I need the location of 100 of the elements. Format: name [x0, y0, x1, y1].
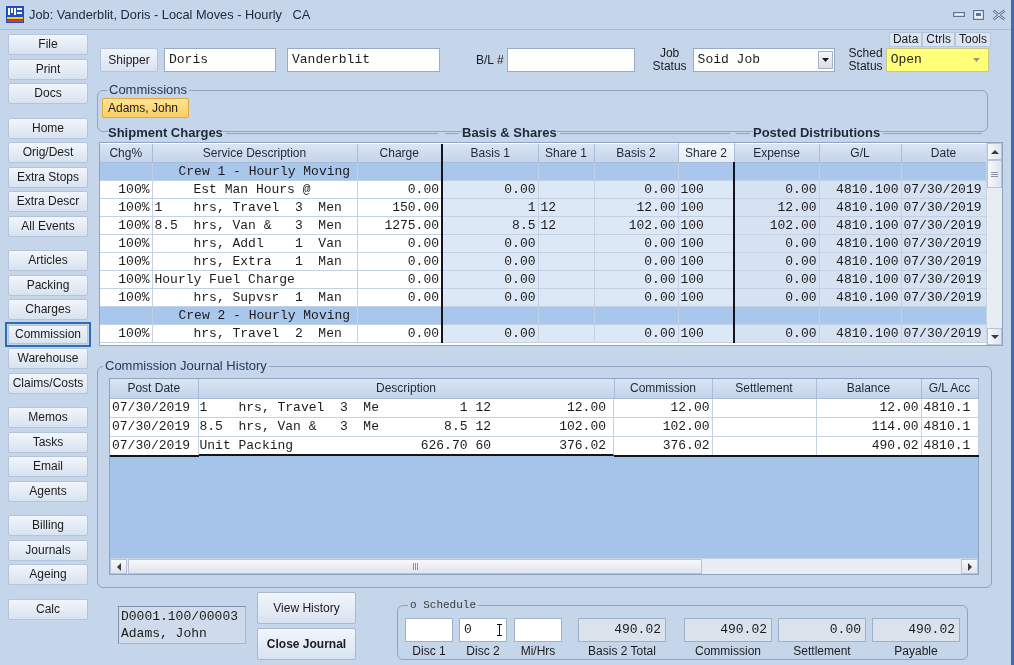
column-header[interactable]: Share 2 — [678, 143, 734, 163]
maximize-button[interactable] — [973, 9, 984, 20]
sidebar-button[interactable]: Home — [8, 117, 88, 139]
sidebar-button[interactable]: Calc — [8, 598, 88, 620]
journal-button[interactable]: Close Journal — [257, 628, 356, 660]
column-header[interactable]: Basis 1 — [442, 143, 538, 163]
dropdown-button[interactable] — [817, 51, 833, 69]
section-title: Posted Distributions — [753, 126, 881, 140]
readout-field: 490.02 — [684, 618, 772, 642]
sidebar-button[interactable]: Memos — [8, 407, 88, 428]
sidebar-button[interactable]: Agents — [8, 480, 88, 502]
column-header[interactable]: Share 1 — [538, 143, 594, 163]
down-arrow-icon — [990, 334, 999, 339]
field-label: Basis 2 Total — [588, 644, 656, 659]
column-header[interactable]: Basis 2 — [594, 143, 678, 163]
sidebar-button[interactable]: Claims/Costs — [8, 372, 88, 394]
table-cell: 07/30/2019 — [110, 398, 198, 418]
bl-number-label: B/L # — [476, 52, 504, 68]
readout-field: 490.02 — [578, 618, 666, 642]
left-arrow-icon — [116, 562, 121, 571]
column-header[interactable]: Balance — [816, 379, 921, 398]
sidebar-button[interactable]: Ageing — [8, 564, 88, 585]
caret-down-icon — [821, 58, 829, 62]
bl-number-field[interactable] — [506, 48, 635, 72]
sidebar-button[interactable]: Tasks — [8, 431, 88, 453]
sidebar-button[interactable]: Charges — [8, 299, 88, 320]
last-name-field[interactable]: Vanderblit — [287, 48, 440, 72]
field-label: Disc 1 — [412, 644, 446, 659]
agent-tab[interactable]: Adams, John — [102, 98, 189, 118]
field-label: Commission — [695, 644, 761, 659]
readout-field: 0.00 — [778, 618, 866, 642]
grip-icon — [412, 563, 418, 570]
maximize-icon — [973, 9, 984, 20]
table-cell: 376.02 — [614, 436, 712, 456]
grip-icon — [991, 171, 998, 177]
input-field[interactable] — [514, 618, 562, 642]
scrollbar-thumb[interactable] — [128, 559, 702, 574]
vertical-scrollbar[interactable] — [986, 143, 1002, 345]
horizontal-scrollbar[interactable] — [110, 558, 978, 574]
column-header[interactable]: Settlement — [712, 379, 816, 398]
field-label: Disc 2 — [466, 644, 500, 659]
sidebar-button[interactable]: Orig/Dest — [8, 142, 88, 163]
sidebar-button[interactable]: Email — [8, 456, 88, 477]
column-header[interactable]: G/L Acc — [921, 379, 978, 398]
scroll-down-button[interactable] — [987, 328, 1002, 345]
sidebar-button[interactable]: Billing — [8, 515, 88, 536]
window-title: Job: Vanderblit, Doris - Local Moves - Hourly CA — [29, 6, 311, 23]
field-label: Mi/Hrs — [520, 644, 556, 659]
entry-text: Adams, John — [121, 625, 208, 642]
input-field[interactable] — [405, 618, 453, 642]
group-title: Commission Journal History — [103, 359, 269, 373]
sched-status-label: Sched Status — [848, 47, 883, 73]
sched-status-select[interactable]: Open — [885, 48, 989, 72]
sidebar-button[interactable]: Print — [8, 58, 88, 80]
first-name-field[interactable]: Doris — [164, 48, 276, 72]
table-cell: 12.00 — [614, 398, 712, 418]
column-header[interactable]: Description — [198, 379, 614, 398]
scroll-left-button[interactable] — [110, 559, 127, 574]
field-label: Settlement — [793, 644, 851, 659]
sidebar-button[interactable]: Warehouse — [8, 348, 88, 369]
field-label: Payable — [894, 644, 938, 659]
column-header[interactable]: Date — [901, 143, 986, 163]
caret-down-icon — [972, 58, 980, 62]
close-icon — [992, 8, 1006, 21]
close-button[interactable] — [992, 8, 1006, 21]
sidebar-button[interactable]: File — [8, 34, 88, 55]
column-header[interactable]: Commission — [614, 379, 712, 398]
scrollbar-thumb[interactable] — [987, 160, 1002, 188]
column-header[interactable]: G/L — [819, 143, 901, 163]
minimize-icon — [953, 12, 965, 17]
journal-button[interactable]: View History — [257, 592, 356, 624]
sidebar-button[interactable]: Articles — [8, 250, 88, 271]
minimize-button[interactable] — [953, 12, 965, 17]
sidebar-button[interactable]: Packing — [8, 274, 88, 296]
input-field[interactable]: 0 — [459, 618, 507, 642]
scroll-up-button[interactable] — [987, 143, 1002, 160]
column-header[interactable]: Service Description — [152, 143, 357, 163]
view-tab[interactable]: Data — [888, 32, 923, 47]
entry-text: D0001.100/00003 — [121, 608, 240, 625]
sidebar-button[interactable]: Journals — [8, 539, 88, 561]
column-header[interactable]: Post Date — [110, 379, 198, 398]
column-header[interactable]: Charge — [357, 143, 442, 163]
section-title: Shipment Charges — [108, 126, 223, 140]
app-icon — [6, 6, 24, 23]
job-status-select[interactable]: Soid Job — [692, 48, 835, 72]
job-status-label: Job Status — [652, 47, 687, 73]
scroll-right-button[interactable] — [961, 559, 978, 574]
sidebar-button[interactable]: Extra Stops — [8, 166, 88, 188]
sidebar-button[interactable]: Commission — [5, 321, 91, 347]
column-header[interactable]: Expense — [734, 143, 819, 163]
section-title: Basis & Shares — [462, 126, 557, 140]
view-tab[interactable]: Tools — [955, 32, 991, 47]
sidebar-button[interactable]: Docs — [8, 83, 88, 104]
view-tab[interactable]: Ctrls — [922, 32, 955, 47]
sidebar-button[interactable]: All Events — [8, 215, 88, 237]
shipper-button[interactable]: Shipper — [100, 48, 158, 72]
sidebar-button[interactable]: Extra Descr — [8, 191, 88, 212]
right-arrow-icon — [967, 562, 972, 571]
column-header[interactable]: Chg% — [100, 143, 152, 163]
up-arrow-icon — [990, 149, 999, 154]
